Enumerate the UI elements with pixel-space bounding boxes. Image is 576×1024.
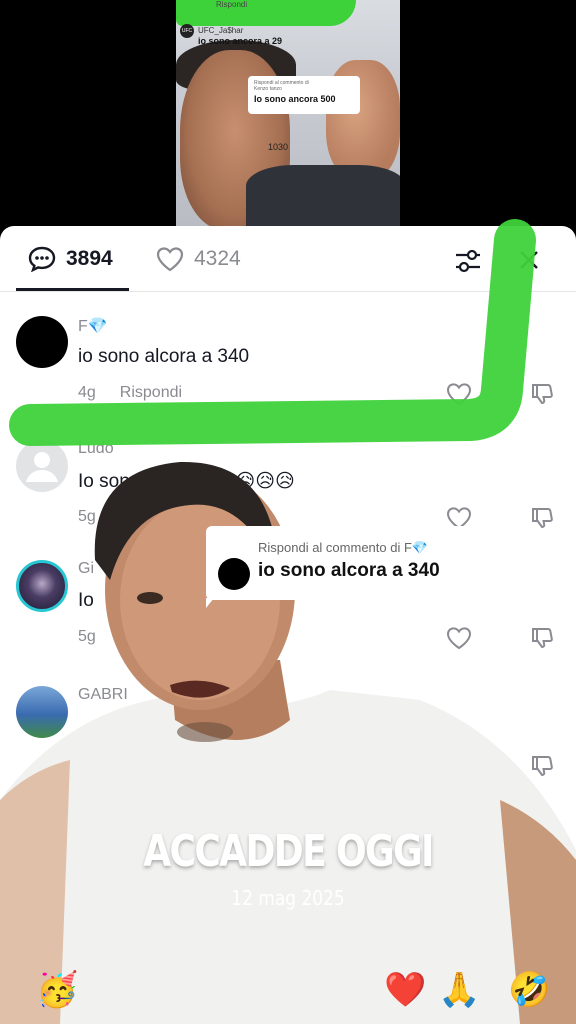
avatar[interactable] [16,316,68,368]
reply-card: Rispondi al commento di F💎 io sono alcor… [206,526,476,600]
reply-card-tail [206,598,214,608]
filter-button[interactable] [453,246,483,276]
comment-username[interactable]: GABRI [78,686,128,704]
close-button[interactable] [515,246,543,274]
dislike-icon[interactable] [530,506,554,530]
top-video: Rispondi UFC UFC_Ja$har io sono ancora a … [176,0,400,232]
comment-username[interactable]: F💎 [78,316,108,336]
comment-text: io sono alcora a 340 [78,346,250,367]
heart-icon [156,247,184,272]
emoji-button[interactable]: 🤣 [508,970,550,1010]
tab-likes[interactable]: 4324 [156,246,241,272]
video-person-shirt [246,165,400,232]
video-bubble-text: Io sono ancora 500 [254,94,336,104]
comment-meta: 5g [78,508,96,526]
dislike-icon[interactable] [530,382,554,406]
emoji-button[interactable]: ❤️ [384,970,426,1010]
ufc-logo-icon: UFC [180,24,194,38]
video-green-highlight [176,0,356,26]
video-overlay-label: Rispondi [216,0,248,9]
tab-comments[interactable]: 3894 [28,246,113,272]
reply-card-avatar [218,558,250,590]
close-icon [520,251,538,269]
emoji-button[interactable]: 🥳 [36,970,78,1010]
video-username-text: UFC_Ja$har [198,26,244,36]
default-avatar-icon [26,452,58,482]
active-tab-underline [16,288,129,291]
overlay-date: 12 mag 2025 [231,886,345,910]
avatar[interactable] [16,560,68,612]
comment-meta: 5g [78,628,96,646]
comments-count: 3894 [66,247,113,270]
video-bubble-user: Kenzo tanzo [254,86,282,92]
comment-time: 5g [78,508,96,525]
overlay-title: ACCADDE OGGI [143,826,434,877]
comment-meta: 4g Rispondi [78,384,182,402]
comment-item: F💎 io sono alcora a 340 4g Rispondi [0,316,576,441]
dislike-icon[interactable] [530,626,554,650]
comment-bubble-icon [28,246,56,272]
comment-username[interactable]: Gi [78,560,94,578]
video-reply-bubble: Rispondi al commento di Kenzo tanzo Io s… [248,76,360,114]
heart-icon[interactable] [446,754,472,778]
comments-tabs: 3894 4324 [0,226,576,292]
comment-text: Io sono ancora a 5😥😥😥 [78,471,295,492]
comment-time: 5g [78,628,96,645]
video-subtitle: io sono ancora a 29 [198,36,283,46]
heart-icon[interactable] [446,382,472,406]
reply-card-text: io sono alcora a 340 [258,560,440,581]
emoji-button[interactable]: 🙏 [438,970,480,1010]
avatar[interactable] [16,686,68,738]
comment-username[interactable]: Ludo [78,440,114,458]
comment-text: Io [78,590,94,611]
avatar[interactable] [16,440,68,492]
dislike-icon[interactable] [530,754,554,778]
reply-card-label: Rispondi al commento di F💎 [258,540,429,555]
comment-item: GABRI [0,686,576,811]
sliders-icon [456,249,480,273]
heart-icon[interactable] [446,626,472,650]
comment-time: 4g [78,384,96,401]
emoji-bar: 🥳 ❤️ 🙏 🤣 [0,950,576,1024]
reply-button[interactable]: Rispondi [120,384,182,401]
video-number: 1030 [268,142,289,152]
likes-count: 4324 [194,247,241,270]
